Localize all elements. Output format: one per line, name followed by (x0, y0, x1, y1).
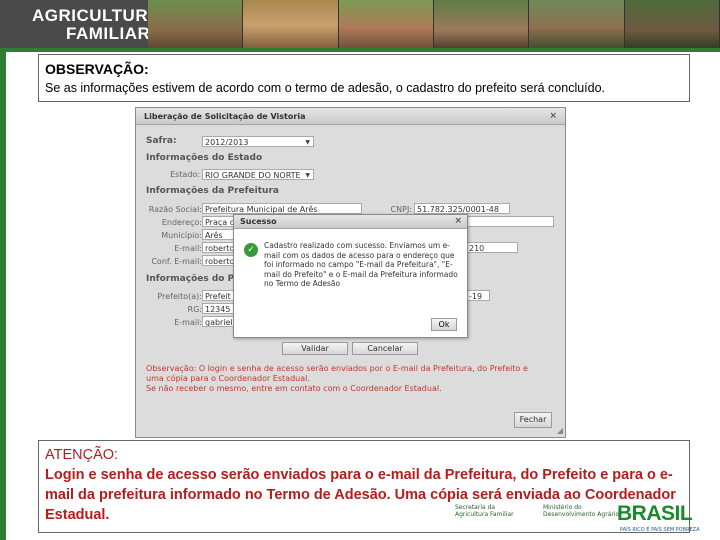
resize-handle-icon[interactable]: ◢ (557, 426, 563, 435)
fechar-button[interactable]: Fechar (514, 412, 552, 428)
validar-button[interactable]: Validar (282, 342, 348, 355)
min-line1: Ministério do (543, 504, 582, 511)
email-label: E-mail: (174, 244, 202, 253)
farmer-photo (624, 0, 720, 50)
endereco-value: Praça c (205, 218, 235, 227)
brasil-logo: BRASIL (617, 502, 693, 525)
success-dialog: Sucesso × ✓ Cadastro realizado com suces… (233, 214, 468, 338)
dialog-title: Sucesso (240, 217, 277, 226)
razao-value: Prefeitura Municipal de Arês (205, 205, 318, 214)
email-value: roberto (205, 244, 235, 253)
observation-box: OBSERVAÇÃO: Se as informações estivem de… (38, 54, 690, 102)
vistoria-window: Liberação de Solicitação de Vistoria × S… (135, 107, 566, 438)
estado-select[interactable]: RIO GRANDE DO NORTE ▼ (202, 169, 314, 180)
attention-title: ATENÇÃO: (45, 447, 119, 463)
note-line: Observação: O login e senha de acesso se… (146, 364, 528, 373)
endereco-extra-field[interactable] (466, 216, 554, 227)
window-title: Liberação de Solicitação de Vistoria (144, 112, 306, 121)
farmer-photo (148, 0, 244, 50)
estado-value: RIO GRANDE DO NORTE (205, 171, 301, 180)
safra-value: 2012/2013 (205, 138, 249, 147)
safra-select[interactable]: 2012/2013 ▼ (202, 136, 314, 147)
dialog-titlebar: Sucesso × (234, 215, 467, 229)
dialog-message: Cadastro realizado com sucesso. Enviamos… (264, 241, 458, 288)
cancelar-button[interactable]: Cancelar (352, 342, 418, 355)
brand-line2: FAMILIAR (66, 24, 151, 43)
estado-label: Estado: (170, 170, 200, 179)
farmer-photo (243, 0, 339, 50)
municipio-value: Arês (205, 231, 223, 240)
cpf-field[interactable]: -19 (466, 290, 490, 301)
razao-field[interactable]: Prefeitura Municipal de Arês (202, 203, 362, 214)
sec-line2: Agricultura Familiar (455, 511, 514, 518)
email2-value: gabriel (205, 318, 233, 327)
brand-line1: AGRICULTURA (32, 6, 161, 25)
rg-label: RG: (187, 305, 202, 314)
chevron-down-icon: ▼ (305, 172, 310, 179)
footer-logos: Secretaria da Agricultura Familiar Minis… (455, 500, 720, 540)
left-stripe (0, 52, 6, 540)
secretaria-logo: Secretaria da Agricultura Familiar (455, 504, 514, 518)
note-line: Se não receber o mesmo, entre em contato… (146, 384, 442, 393)
chevron-down-icon: ▼ (305, 139, 310, 146)
window-titlebar: Liberação de Solicitação de Vistoria × (136, 108, 565, 125)
observation-text: Se as informações estivem de acordo com … (45, 81, 606, 95)
farmer-photo (338, 0, 434, 50)
brasil-slogan: PAÍS RICO É PAÍS SEM POBREZA (620, 527, 700, 533)
fone-field[interactable]: 210 (466, 242, 518, 253)
header-divider (0, 48, 720, 52)
fone-value: 210 (469, 244, 485, 253)
section-estado: Informações do Estado (146, 153, 263, 163)
ok-button[interactable]: Ok (431, 318, 457, 331)
conf-email-label: Conf. E-mail: (151, 257, 202, 266)
safra-label: Safra: (146, 136, 177, 146)
cnpj-label: CNPJ: (390, 205, 412, 214)
cpf-value: -19 (469, 292, 483, 301)
header-photo-strip (148, 0, 720, 50)
header-banner: AGRICULTURA FAMILIAR (0, 0, 720, 50)
sec-line1: Secretaria da (455, 504, 496, 511)
check-icon: ✓ (244, 243, 258, 257)
cnpj-value: 51.782.325/0001-48 (417, 205, 499, 214)
min-line2: Desenvolvimento Agrário (543, 511, 620, 518)
close-icon[interactable]: × (549, 111, 557, 121)
razao-label: Razão Social: (148, 205, 202, 214)
municipio-label: Município: (161, 231, 202, 240)
observation-title: OBSERVAÇÃO: (45, 61, 149, 77)
window-note: Observação: O login e senha de acesso se… (146, 364, 556, 394)
section-prefeito: Informações do Pr (146, 274, 239, 284)
prefeito-value: Prefeit (205, 292, 231, 301)
prefeito-label: Prefeito(a): (157, 292, 202, 301)
close-icon[interactable]: × (454, 216, 462, 226)
section-prefeitura: Informações da Prefeitura (146, 186, 279, 196)
ministerio-logo: Ministério do Desenvolvimento Agrário (543, 504, 619, 518)
brand-logo: AGRICULTURA FAMILIAR (32, 7, 161, 43)
email2-label: E-mail: (174, 318, 202, 327)
rg-value: 12345 (205, 305, 231, 314)
note-line: uma cópia para o Coordenador Estadual. (146, 374, 310, 383)
farmer-photo (433, 0, 530, 50)
conf-email-value: roberto (205, 257, 235, 266)
cnpj-field[interactable]: 51.782.325/0001-48 (414, 203, 510, 214)
farmer-photo (529, 0, 625, 50)
endereco-label: Endereço: (161, 218, 202, 227)
